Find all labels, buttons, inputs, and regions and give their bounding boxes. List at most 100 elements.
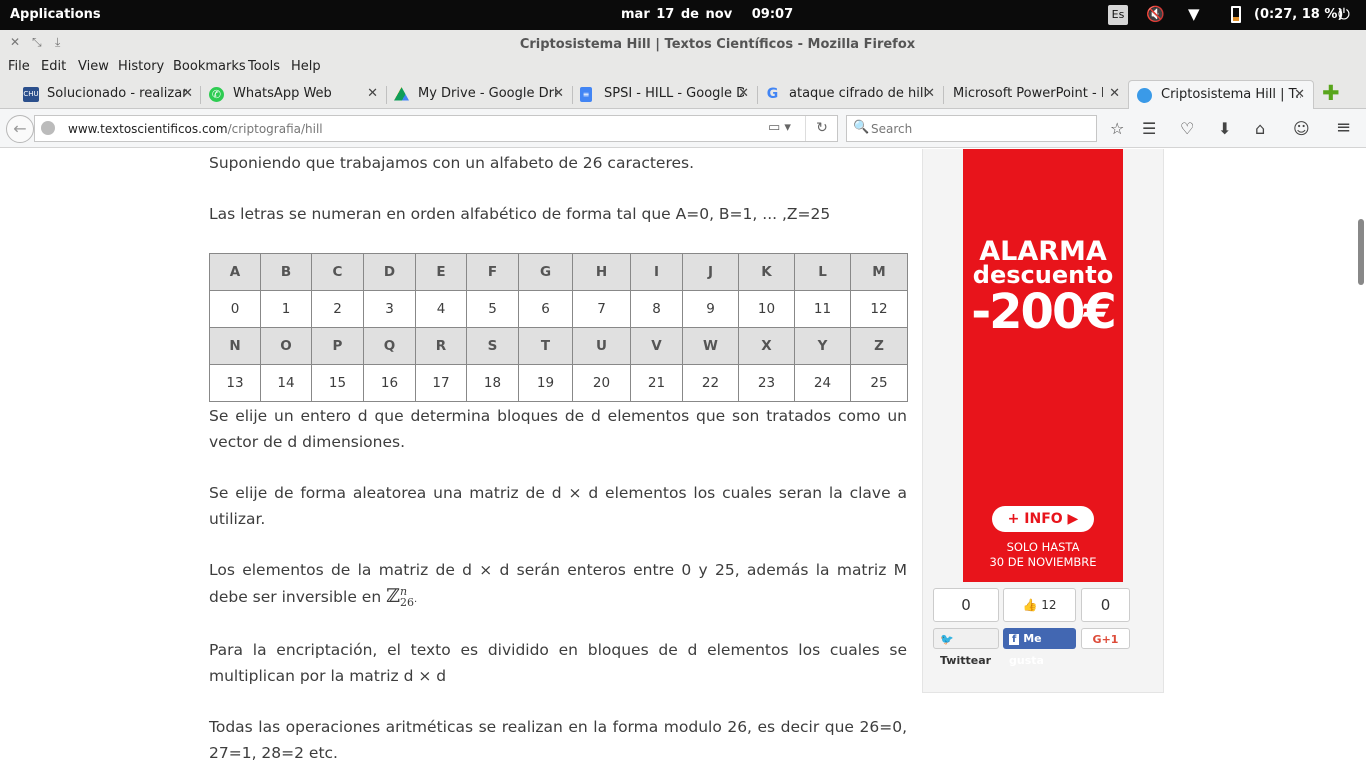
table-cell: K	[738, 253, 795, 291]
google-icon: G	[766, 86, 779, 102]
table-cell: N	[209, 327, 261, 365]
twitter-icon: 🐦	[940, 633, 954, 646]
close-tab-icon[interactable]: ✕	[182, 86, 193, 101]
table-row: 0 1 2 3 4 5 6 7 8 9 10 11 12	[209, 290, 908, 328]
tab-google-drive[interactable]: My Drive - Google Drive ✕	[386, 80, 572, 109]
tweet-label: Twittear	[940, 654, 992, 667]
tab-criptosistema-hill[interactable]: Criptosistema Hill | T... ✕	[1128, 80, 1314, 109]
clock[interactable]: mar 17 de nov 09:07	[621, 7, 793, 22]
menu-bar: File Edit View History Bookmarks Tools H…	[0, 57, 1366, 78]
tweet-count: 0	[933, 588, 999, 622]
url-bar[interactable]: www.textoscientificos.com/criptografia/h…	[34, 115, 838, 142]
menu-tools[interactable]: Tools	[248, 59, 280, 74]
table-cell: 18	[466, 364, 519, 402]
table-cell: 20	[572, 364, 631, 402]
bookmark-star-icon[interactable]: ☆	[1110, 119, 1124, 138]
tweet-button[interactable]: 🐦 Twittear	[933, 628, 999, 667]
table-cell: 11	[794, 290, 851, 328]
table-cell: 7	[572, 290, 631, 328]
window-title: Criptosistema Hill | Textos Científicos …	[519, 37, 916, 52]
docs-icon: ≡	[580, 87, 592, 102]
tab-bar: CHU Solucionado - realizar... ✕ ✆ WhatsA…	[0, 78, 1366, 109]
reader-view-icon[interactable]: ▭ ▾	[768, 120, 791, 135]
power-icon[interactable]: ⏻	[1338, 5, 1350, 23]
table-cell: G	[518, 253, 573, 291]
facebook-icon: f	[1009, 634, 1020, 645]
ad-info-button[interactable]: + INFO ▶	[992, 506, 1094, 532]
table-cell: S	[466, 327, 519, 365]
back-button[interactable]: ←	[6, 115, 34, 143]
reload-icon[interactable]: ↻	[805, 116, 838, 141]
tab-solucionado[interactable]: CHU Solucionado - realizar... ✕	[15, 80, 201, 109]
ad-footer-line1: SOLO HASTA	[1006, 540, 1080, 554]
tab-whatsapp[interactable]: ✆ WhatsApp Web ✕	[201, 80, 386, 109]
menu-history[interactable]: History	[118, 59, 164, 74]
table-cell: B	[260, 253, 312, 291]
tab-label: My Drive - Google Drive	[418, 86, 558, 101]
new-tab-button[interactable]: ✚	[1322, 81, 1340, 105]
close-tab-icon[interactable]: ✕	[1294, 87, 1305, 102]
battery-status: (0:27, 18 %)	[1254, 7, 1344, 22]
close-tab-icon[interactable]: ✕	[553, 86, 564, 101]
tab-google-docs[interactable]: ≡ SPSI - HILL - Google D... ✕	[572, 80, 757, 109]
table-cell: M	[850, 253, 908, 291]
table-cell: V	[630, 327, 683, 365]
alphabet-table: ABCDEFGHIJKLM 0 1 2 3 4 5 6 7 8 9 10 11 12 NOPQRSTUV…	[209, 253, 908, 402]
table-cell: 0	[209, 290, 261, 328]
search-bar[interactable]: 🔍 Search	[846, 115, 1097, 142]
table-cell: 6	[518, 290, 573, 328]
pocket-icon[interactable]: ♡	[1180, 119, 1194, 138]
tab-label: SPSI - HILL - Google D...	[604, 86, 744, 101]
menu-help[interactable]: Help	[291, 59, 321, 74]
table-cell: O	[260, 327, 312, 365]
ad-footer-line2: 30 DE NOVIEMBRE	[989, 555, 1097, 569]
table-cell: 17	[415, 364, 467, 402]
home-icon[interactable]: ⌂	[1255, 119, 1265, 138]
close-tab-icon[interactable]: ✕	[738, 86, 749, 101]
table-cell: 2	[311, 290, 364, 328]
table-cell: 3	[363, 290, 416, 328]
table-cell: R	[415, 327, 467, 365]
table-cell: 1	[260, 290, 312, 328]
table-cell: U	[572, 327, 631, 365]
table-cell: A	[209, 253, 261, 291]
system-top-bar: Applications mar 17 de nov 09:07 Es 🔇 ▼ …	[0, 0, 1366, 30]
facebook-like-button[interactable]: f Me gusta	[1003, 628, 1076, 667]
keyboard-layout-indicator[interactable]: Es	[1108, 5, 1128, 25]
table-cell: 10	[738, 290, 795, 328]
menu-view[interactable]: View	[78, 59, 109, 74]
gplus-button[interactable]: G+1	[1081, 628, 1130, 649]
menu-edit[interactable]: Edit	[41, 59, 66, 74]
time-label: 09:07	[751, 7, 794, 22]
downloads-icon[interactable]: ⬇	[1218, 119, 1231, 138]
paragraph-encryption: Para la encriptación, el texto es dividi…	[209, 641, 907, 685]
table-cell: 25	[850, 364, 908, 402]
table-cell: 15	[311, 364, 364, 402]
chat-icon[interactable]: ☺	[1293, 119, 1310, 138]
table-row: ABCDEFGHIJKLM	[209, 253, 908, 291]
tab-powerpoint[interactable]: Microsoft PowerPoint - Hi... ✕	[943, 80, 1128, 109]
url-path: /criptografia/hill	[227, 122, 323, 136]
close-tab-icon[interactable]: ✕	[1109, 86, 1120, 101]
applications-menu[interactable]: Applications	[10, 7, 101, 22]
whatsapp-icon: ✆	[209, 87, 224, 102]
menu-file[interactable]: File	[8, 59, 30, 74]
paragraph-matrix-elements: Los elementos de la matriz de d × d será…	[209, 557, 907, 613]
close-tab-icon[interactable]: ✕	[924, 86, 935, 101]
table-cell: I	[630, 253, 683, 291]
table-cell: 13	[209, 364, 261, 402]
gplus-count: 0	[1081, 588, 1130, 622]
wifi-icon[interactable]: ▼	[1188, 5, 1200, 23]
advertisement-banner[interactable]: ALARMA descuento -200€ + INFO ▶ SOLO HAS…	[963, 149, 1123, 582]
site-info-icon[interactable]	[41, 121, 55, 135]
bookmarks-list-icon[interactable]: ☰	[1142, 119, 1156, 138]
volume-muted-icon[interactable]: 🔇	[1146, 5, 1165, 23]
tab-google-search[interactable]: G ataque cifrado de hill ... ✕	[757, 80, 943, 109]
hamburger-menu-icon[interactable]: ≡	[1336, 117, 1351, 138]
table-cell: 21	[630, 364, 683, 402]
close-tab-icon[interactable]: ✕	[367, 86, 378, 101]
menu-bookmarks[interactable]: Bookmarks	[173, 59, 246, 74]
battery-icon[interactable]	[1231, 6, 1241, 23]
scrollbar-thumb[interactable]	[1358, 219, 1364, 285]
table-cell: 16	[363, 364, 416, 402]
